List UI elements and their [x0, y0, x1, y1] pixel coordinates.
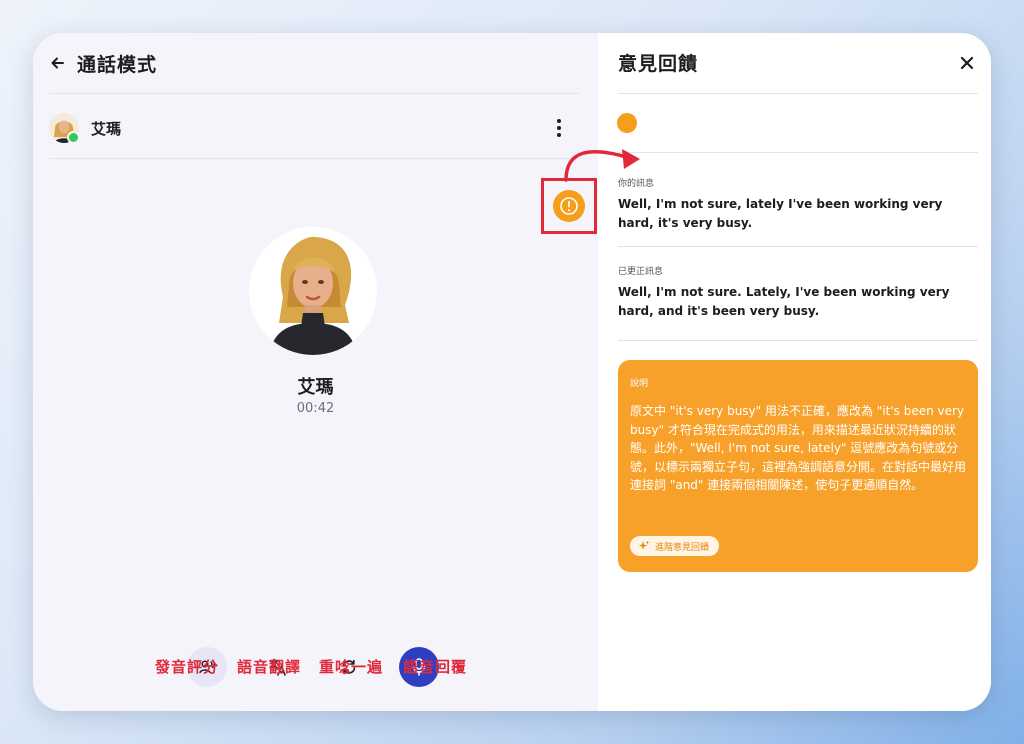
- call-timer: 00:42: [296, 401, 335, 416]
- feedback-alert-button[interactable]: [541, 178, 597, 234]
- message-divider: [618, 246, 978, 247]
- corrected-divider: [618, 340, 978, 341]
- page-title: 通話模式: [77, 53, 158, 76]
- repeat-label: 重唸一遍: [319, 658, 384, 676]
- explanation-text: 原文中 "it's very busy" 用法不正確，應改為 "it's bee…: [630, 404, 967, 492]
- indicator-divider: [618, 152, 978, 153]
- translation-label: 語音翻譯: [237, 658, 302, 676]
- character-portrait: [249, 227, 377, 355]
- contact-row[interactable]: 艾瑪: [49, 111, 579, 145]
- close-icon[interactable]: [957, 53, 977, 73]
- call-panel: 通話模式 艾瑪 艾瑪 00:42: [33, 33, 598, 711]
- your-message-text: Well, I'm not sure, lately I've been wor…: [618, 197, 943, 230]
- more-vertical-icon[interactable]: [549, 117, 569, 139]
- character-avatar: [249, 227, 377, 355]
- header-divider: [49, 93, 579, 94]
- feedback-header-divider: [618, 93, 978, 94]
- explanation-label: 說明: [630, 379, 649, 389]
- avatar: [49, 113, 80, 144]
- back-arrow-icon[interactable]: [49, 54, 67, 72]
- corrected-message-label: 已更正訊息: [618, 267, 664, 277]
- pronunciation-label: 發音評分: [155, 658, 220, 676]
- corrected-message-text: Well, I'm not sure. Lately, I've been wo…: [618, 285, 950, 318]
- feedback-title: 意見回饋: [618, 53, 699, 75]
- sparkle-icon: [638, 540, 650, 550]
- call-header: 通話模式: [49, 49, 157, 77]
- explanation-card: 說明 原文中 "it's very busy" 用法不正確，應改為 "it's …: [618, 360, 978, 572]
- status-indicator: [617, 113, 637, 133]
- online-status-dot: [67, 131, 80, 144]
- advanced-feedback-label: 進階意見回饋: [655, 542, 710, 553]
- character-name: 艾瑪: [297, 377, 334, 398]
- alert-icon: [560, 197, 578, 215]
- call-toolbar: [33, 647, 598, 691]
- contact-divider: [49, 158, 579, 159]
- app-window: 通話模式 艾瑪 艾瑪 00:42 意見回饋 你的訊息 Well, I'm not…: [33, 33, 991, 711]
- advanced-feedback-button[interactable]: 進階意見回饋: [630, 536, 720, 556]
- alert-badge: [553, 190, 585, 222]
- your-message-label: 你的訊息: [618, 179, 655, 189]
- voice-reply-label: 語音回覆: [403, 658, 468, 676]
- feedback-panel: 意見回饋 你的訊息 Well, I'm not sure, lately I'v…: [598, 33, 991, 711]
- contact-name: 艾瑪: [91, 119, 122, 138]
